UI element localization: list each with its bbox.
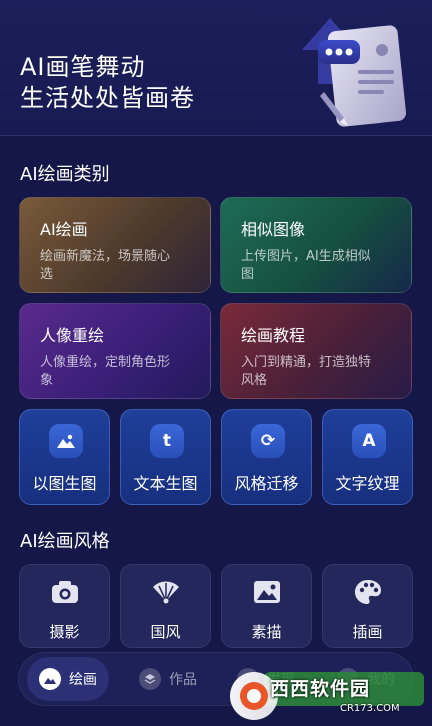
tool-style-transfer[interactable]: ⟳ 风格迁移 (221, 409, 312, 505)
card-painting-tutorial[interactable]: 绘画教程 入门到精通，打造独特风格 (220, 303, 412, 399)
card-desc: 人像重绘，定制角色形象 (40, 355, 171, 388)
palette-icon (355, 580, 381, 604)
text-t-icon: t (150, 424, 184, 458)
document-pen-illustration-icon (302, 18, 407, 127)
tool-label: 文字纹理 (335, 474, 400, 493)
card-portrait-redraw[interactable]: 人像重绘 人像重绘，定制角色形象 (19, 303, 211, 399)
tool-text-texture[interactable]: A 文字纹理 (322, 409, 413, 505)
hero-title-line2: 生活处处皆画卷 (20, 84, 195, 112)
tool-image-to-image[interactable]: 以图生图 (19, 409, 110, 505)
hero-title: AI画笔舞动 生活处处皆画卷 (20, 52, 195, 114)
card-desc: 绘画新魔法，场景随心选 (40, 249, 171, 282)
card-similar-image[interactable]: 相似图像 上传图片，AI生成相似图 (220, 197, 412, 293)
style-chinese[interactable]: 国风 (120, 564, 211, 648)
style-label: 插画 (352, 623, 383, 641)
tool-label: 以图生图 (32, 474, 97, 493)
tab-works[interactable]: 作品 (127, 657, 209, 701)
mountain-image-icon (49, 424, 83, 458)
letter-a-icon: A (352, 424, 386, 458)
style-photography[interactable]: 摄影 (19, 564, 110, 648)
picture-icon (254, 581, 280, 603)
card-ai-painting[interactable]: AI绘画 绘画新魔法，场景随心选 (19, 197, 211, 293)
style-label: 国风 (150, 623, 181, 641)
card-title: AI绘画 (40, 220, 88, 239)
tool-label: 风格迁移 (234, 474, 299, 493)
painting-tab-icon (39, 668, 61, 690)
section-title-categories: AI绘画类别 (20, 164, 110, 185)
camera-icon (52, 581, 78, 603)
tool-label: 文本生图 (133, 474, 198, 493)
watermark-url: CR173.COM (340, 703, 400, 714)
card-title: 绘画教程 (241, 326, 306, 345)
style-label: 素描 (251, 623, 282, 641)
style-label: 摄影 (49, 623, 80, 641)
style-sketch[interactable]: 素描 (221, 564, 312, 648)
watermark-brand: 西西软件园 (270, 678, 371, 700)
style-illustration[interactable]: 插画 (322, 564, 413, 648)
refresh-icon: ⟳ (251, 424, 285, 458)
hero-title-line1: AI画笔舞动 (20, 53, 146, 81)
tool-text-to-image[interactable]: t 文本生图 (120, 409, 211, 505)
card-title: 人像重绘 (40, 326, 105, 345)
tab-painting[interactable]: 绘画 (27, 657, 109, 701)
fan-icon (153, 581, 179, 604)
hero-banner: AI画笔舞动 生活处处皆画卷 (0, 0, 432, 136)
tab-label: 作品 (169, 672, 197, 688)
card-desc: 上传图片，AI生成相似图 (241, 249, 371, 282)
card-desc: 入门到精通，打造独特风格 (241, 355, 372, 388)
layers-icon (139, 668, 161, 690)
section-title-styles: AI绘画风格 (20, 531, 110, 552)
tab-label: 绘画 (69, 672, 97, 688)
card-title: 相似图像 (241, 220, 306, 239)
